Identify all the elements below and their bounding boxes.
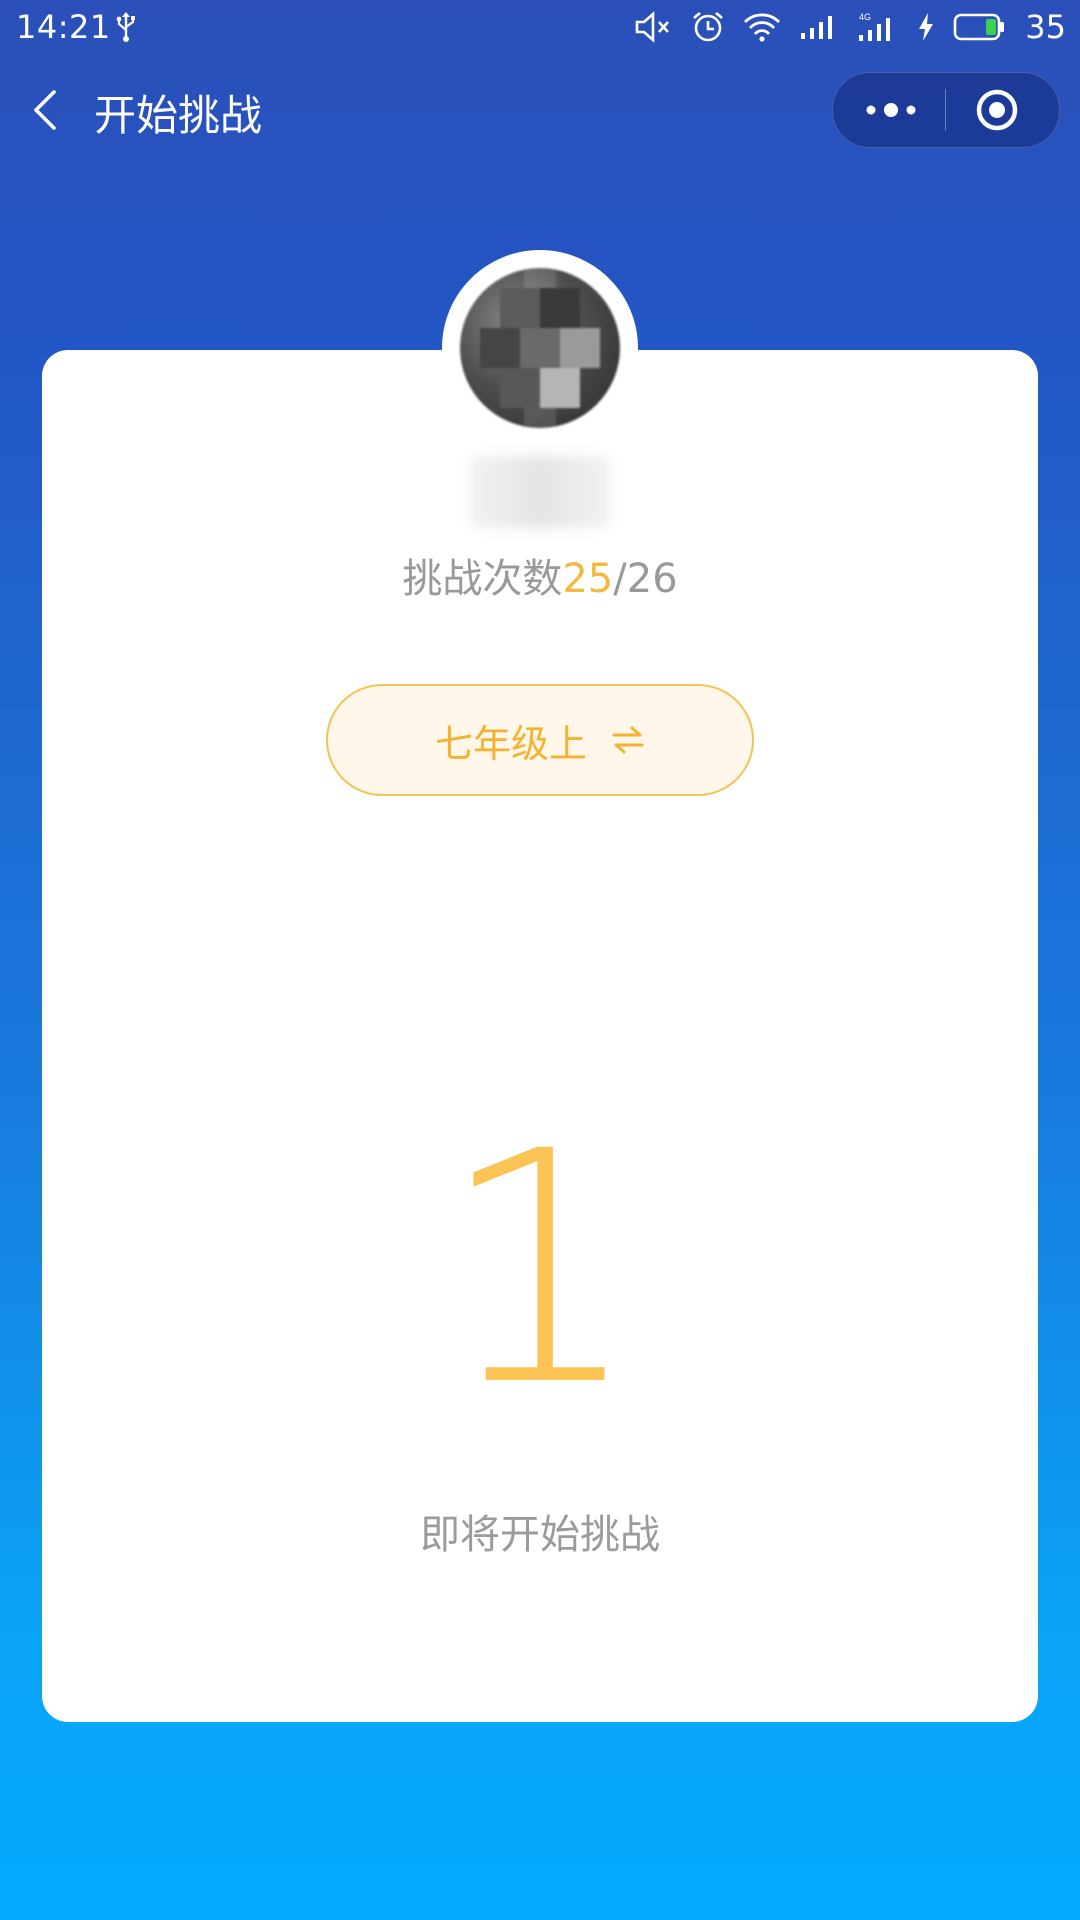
avatar-pixel bbox=[560, 328, 600, 368]
avatar-pixel bbox=[500, 368, 540, 408]
challenge-count-total: /26 bbox=[613, 556, 678, 602]
mute-icon bbox=[635, 11, 670, 43]
avatar-pixel bbox=[520, 328, 560, 368]
target-close-icon[interactable] bbox=[973, 86, 1021, 134]
usb-icon bbox=[116, 12, 135, 42]
alarm-icon bbox=[693, 12, 724, 42]
battery-icon bbox=[953, 13, 1005, 41]
username-blurred bbox=[470, 456, 610, 528]
swap-arrows-icon bbox=[612, 726, 644, 754]
avatar-pixel bbox=[500, 288, 540, 328]
start-hint: 即将开始挑战 bbox=[420, 1512, 660, 1558]
status-icons: 4G 35 bbox=[633, 8, 1066, 46]
avatar-pixel bbox=[540, 288, 580, 328]
status-time: 14:21 bbox=[16, 8, 111, 46]
signal-4g-icon: 4G bbox=[859, 12, 891, 41]
challenge-count-used: 25 bbox=[562, 556, 614, 602]
svg-text:4G: 4G bbox=[859, 12, 871, 22]
page-title: 开始挑战 bbox=[94, 91, 263, 140]
grade-label: 七年级上 bbox=[434, 721, 587, 766]
challenge-count-label: 挑战次数 bbox=[402, 556, 563, 602]
signal-icon bbox=[801, 16, 833, 39]
more-dots-icon[interactable] bbox=[861, 95, 921, 125]
chevron-left-icon[interactable] bbox=[28, 88, 64, 132]
nav-bar: 开始挑战 bbox=[0, 66, 1080, 154]
mini-program-capsule bbox=[832, 72, 1060, 148]
avatar bbox=[460, 268, 620, 428]
status-bar: 14:21 4G 35 bbox=[0, 0, 1080, 54]
challenge-count: 挑战次数25/26 bbox=[0, 546, 1080, 604]
charging-icon bbox=[919, 13, 934, 41]
battery-percent: 35 bbox=[1025, 8, 1066, 46]
wifi-icon bbox=[744, 13, 781, 42]
avatar-pixel bbox=[540, 368, 580, 408]
grade-switch-button[interactable]: 七年级上 bbox=[326, 684, 754, 796]
countdown-number: 1 bbox=[438, 1084, 642, 1456]
avatar-pixel bbox=[480, 328, 520, 368]
capsule-divider bbox=[945, 89, 946, 131]
